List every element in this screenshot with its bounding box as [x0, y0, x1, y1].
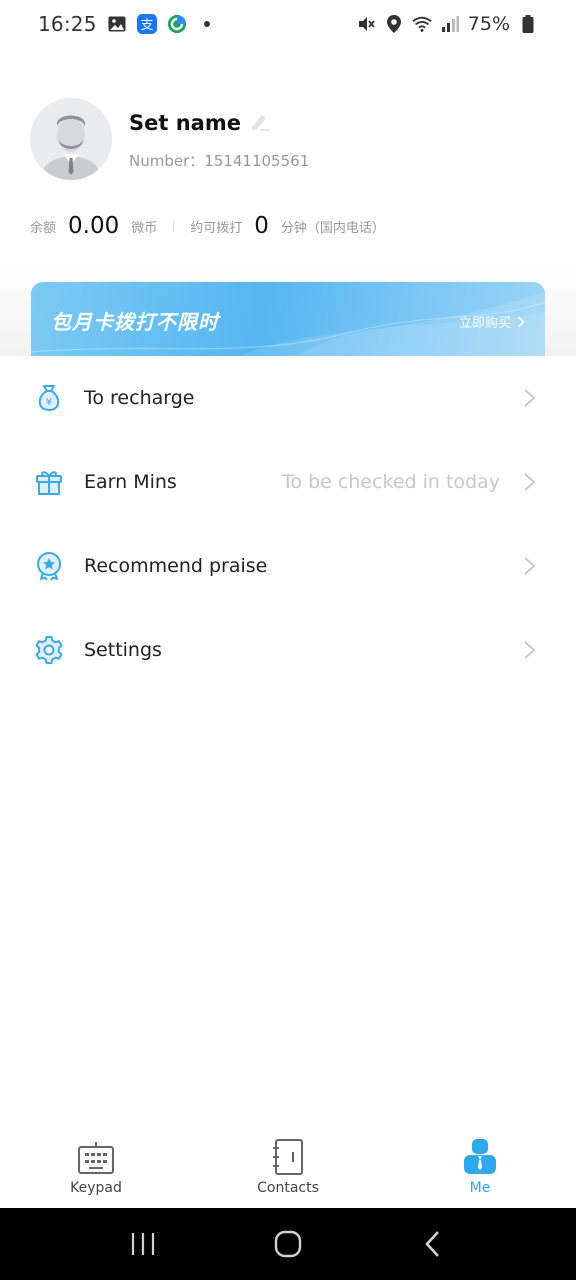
buy-now-button[interactable]: 立即购买: [459, 312, 525, 331]
gear-icon: [34, 635, 64, 665]
menu-label: Recommend praise: [84, 555, 268, 577]
chevron-right-icon: [524, 641, 536, 659]
money-bag-icon: ¥: [34, 383, 64, 413]
status-bar: 16:25 支 75%: [0, 0, 576, 48]
battery-icon: [518, 14, 538, 34]
battery-percent: 75%: [467, 13, 510, 35]
home-icon[interactable]: [268, 1224, 308, 1264]
status-time: 16:25: [38, 12, 97, 36]
svg-text:¥: ¥: [46, 397, 52, 408]
banner-title: 包月卡拨打不限时: [51, 310, 219, 334]
bottom-tab-bar: Keypad Contacts Me: [0, 1128, 576, 1208]
sync-app-icon: [167, 14, 187, 34]
tab-keypad[interactable]: Keypad: [0, 1128, 192, 1208]
menu-item-earn-mins[interactable]: Earn Mins To be checked in today: [0, 440, 576, 524]
signal-icon: [440, 14, 460, 34]
balance-label: 余额: [30, 220, 57, 236]
alipay-icon: 支: [136, 14, 157, 34]
menu-item-recharge[interactable]: ¥ To recharge: [0, 356, 576, 440]
person-icon: [461, 1138, 499, 1176]
back-icon[interactable]: [413, 1224, 453, 1264]
recents-icon[interactable]: [123, 1224, 163, 1264]
chevron-right-icon: [517, 315, 525, 328]
monthly-card-banner[interactable]: 包月卡拨打不限时 立即购买: [31, 282, 545, 360]
balance-value: 0.00: [68, 213, 120, 239]
chevron-right-icon: [524, 473, 536, 491]
svg-text:支: 支: [140, 18, 153, 33]
system-navigation-bar: [0, 1208, 576, 1280]
contacts-book-icon: [269, 1138, 307, 1176]
tab-label: Me: [469, 1180, 491, 1196]
edit-pencil-icon[interactable]: [249, 110, 271, 136]
keypad-icon: [77, 1138, 115, 1176]
notification-dot-icon: [197, 14, 217, 34]
banner-area: 包月卡拨打不限时 立即购买: [0, 256, 576, 360]
mute-icon: [356, 14, 376, 34]
tab-contacts[interactable]: Contacts: [192, 1128, 384, 1208]
menu-label: To recharge: [84, 387, 195, 409]
location-icon: [384, 14, 404, 34]
divider: [173, 221, 175, 231]
chevron-right-icon: [524, 557, 536, 575]
callable-label: 约可拨打: [190, 220, 243, 236]
menu-item-recommend-praise[interactable]: Recommend praise: [0, 524, 576, 608]
checkin-hint: To be checked in today: [282, 471, 500, 493]
tab-me[interactable]: Me: [384, 1128, 576, 1208]
tab-label: Contacts: [257, 1180, 319, 1196]
callable-unit: 分钟（国内电话）: [280, 220, 385, 236]
gift-icon: [34, 467, 64, 497]
phone-number: Number：15141105561: [129, 152, 310, 170]
profile-name[interactable]: Set name: [129, 111, 241, 135]
menu-label: Settings: [84, 639, 162, 661]
badge-star-icon: [34, 551, 64, 581]
tab-label: Keypad: [70, 1180, 122, 1196]
balance-row: 余额 0.00 微币 约可拨打 0 分钟（国内电话）: [30, 208, 385, 244]
menu-item-settings[interactable]: Settings: [0, 608, 576, 692]
menu-label: Earn Mins: [84, 471, 177, 493]
buy-now-label: 立即购买: [458, 316, 511, 331]
balance-unit: 微币: [131, 220, 158, 236]
menu-list: ¥ To recharge Earn Mins To be checked in…: [0, 356, 576, 692]
wifi-icon: [412, 14, 432, 34]
chevron-right-icon: [524, 389, 536, 407]
profile-header: Set name Number：15141105561: [30, 98, 550, 182]
callable-minutes-value: 0: [254, 213, 269, 239]
avatar[interactable]: [30, 98, 112, 180]
gallery-icon: [107, 14, 127, 34]
